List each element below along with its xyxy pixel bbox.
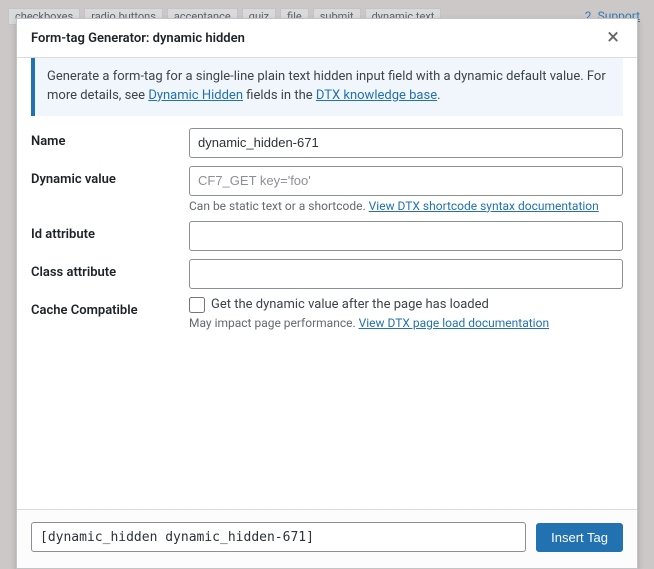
class-attribute-input[interactable] <box>189 259 623 289</box>
cache-compatible-checkbox-label: Get the dynamic value after the page has… <box>211 297 489 312</box>
tag-output[interactable] <box>31 522 526 552</box>
notice-box: Generate a form-tag for a single-line pl… <box>31 58 623 116</box>
id-attribute-label: Id attribute <box>31 221 179 242</box>
cache-compatible-checkbox[interactable] <box>189 297 205 313</box>
notice-text-mid: fields in the <box>246 88 316 103</box>
dynamic-value-label: Dynamic value <box>31 166 179 187</box>
dynamic-value-input[interactable] <box>189 166 623 196</box>
cache-help-text: May impact page performance. <box>189 316 359 330</box>
modal-header: Form-tag Generator: dynamic hidden × <box>17 19 637 58</box>
class-attribute-label: Class attribute <box>31 259 179 280</box>
dtx-knowledge-base-link[interactable]: DTX knowledge base <box>316 88 437 103</box>
name-label: Name <box>31 128 179 149</box>
name-input[interactable] <box>189 128 623 158</box>
page-load-doc-link[interactable]: View DTX page load documentation <box>359 316 549 330</box>
shortcode-syntax-link[interactable]: View DTX shortcode syntax documentation <box>369 199 599 213</box>
notice-text-after: . <box>437 88 440 103</box>
close-icon[interactable]: × <box>603 27 623 49</box>
dynamic-value-help-text: Can be static text or a shortcode. <box>189 199 369 213</box>
cache-compatible-label: Cache Compatible <box>31 297 179 318</box>
dynamic-hidden-link[interactable]: Dynamic Hidden <box>148 88 243 103</box>
modal-footer: Insert Tag <box>17 509 637 568</box>
form-tag-generator-modal: Form-tag Generator: dynamic hidden × Gen… <box>16 18 638 569</box>
id-attribute-input[interactable] <box>189 221 623 251</box>
modal-body: Generate a form-tag for a single-line pl… <box>17 58 637 509</box>
insert-tag-button[interactable]: Insert Tag <box>536 523 623 552</box>
modal-title: Form-tag Generator: dynamic hidden <box>31 31 245 46</box>
